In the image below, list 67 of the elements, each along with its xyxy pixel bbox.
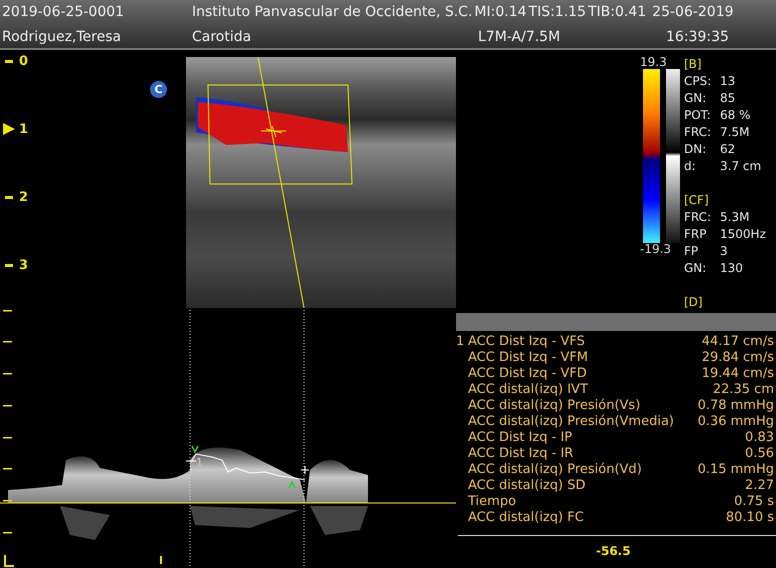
parameter-name: FRP — [684, 226, 708, 243]
study-id: 2019-06-25-0001 — [1, 3, 126, 22]
parameter-value: 3.7 cm — [720, 158, 762, 175]
doppler-spectrum-drawing: 1 — [0, 310, 456, 568]
measurement-label: ACC distal(izq) SD — [468, 478, 586, 494]
parameter-value: 68 % — [720, 107, 750, 124]
parameter-name: FRC: — [684, 209, 712, 226]
measurement-label: ACC Dist Izq - IR — [468, 446, 574, 462]
measurement-value: 44.17 cm/s — [702, 334, 774, 350]
parameter-section-title: [B] — [684, 56, 703, 73]
measurement-label: ACC Dist Izq - VFS — [468, 334, 586, 350]
measurement-label: ACC distal(izq) FC — [468, 510, 585, 526]
exam-time: 16:39:35 — [665, 28, 729, 47]
parameter-value: 62 — [720, 141, 736, 158]
measurement-value: 0.78 mmHg — [698, 398, 774, 414]
measurement-value: 0.83 — [745, 430, 774, 446]
parameter-name: POT: — [684, 107, 712, 124]
parameter-section-title: [D] — [684, 294, 704, 311]
measurement-value: 0.15 mmHg — [698, 462, 774, 478]
parameter-value: 85 — [720, 90, 736, 107]
probe-name: L7M-A/7.5M — [477, 28, 562, 47]
measurement-value: 0.36 mmHg — [698, 414, 774, 430]
parameter-value: 1500Hz — [720, 226, 766, 243]
measurement-value: 19.44 cm/s — [702, 366, 774, 382]
measurement-value: 80.10 s — [726, 510, 774, 526]
measurement-index: 1 — [456, 334, 466, 350]
measurement-label: ACC distal(izq) Presión(Vmedia) — [468, 414, 676, 430]
acoustic-index: TIB:0.41 — [586, 3, 646, 22]
exam-date: 25-06-2019 — [651, 3, 734, 22]
measurement-value: 22.35 cm — [712, 382, 774, 398]
measurement-value: 2.27 — [745, 478, 774, 494]
parameter-value: 7.5M — [720, 124, 750, 141]
scale-max: 19.3 — [640, 56, 667, 69]
measurement-label: Tiempo — [468, 494, 518, 510]
parameter-value: 5.3M — [720, 209, 750, 226]
parameter-name: DN: — [684, 141, 708, 158]
parameter-value: 13 — [720, 73, 736, 90]
measurement-label: ACC Dist Izq - IP — [468, 430, 574, 446]
baseline-reading: -56.5 — [596, 544, 631, 558]
patient-name: Rodriguez,Teresa — [1, 28, 122, 47]
measurement-label: ACC Dist Izq - VFD — [468, 366, 588, 382]
parameter-name: GN: — [684, 90, 708, 107]
measurement-label: ACC Dist Izq - VFM — [468, 350, 590, 366]
measurement-label: ACC distal(izq) IVT — [468, 382, 589, 398]
acoustic-index: MI:0.14 — [473, 3, 527, 22]
scale-min: -19.3 — [640, 243, 672, 256]
depth-label: 2 — [19, 190, 28, 206]
parameter-name: d: — [684, 158, 697, 175]
institution-name: Instituto Panvascular de Occidente, S.C. — [191, 3, 472, 22]
parameter-name: FP — [684, 243, 700, 260]
parameter-value: 130 — [720, 260, 743, 277]
measurement-value: 0.56 — [745, 446, 774, 462]
acoustic-index: TIS:1.15 — [528, 3, 586, 22]
mode-badge: C — [150, 81, 167, 98]
measurement-label: ACC distal(izq) Presión(Vs) — [468, 398, 642, 414]
depth-label: 1 — [19, 122, 28, 138]
measurement-value: 29.84 cm/s — [702, 350, 774, 366]
measurement-label: ACC distal(izq) Presión(Vd) — [468, 462, 643, 478]
parameter-value: 3 — [720, 243, 728, 260]
parameter-name: GN: — [684, 260, 708, 277]
parameter-name: FRC: — [684, 124, 712, 141]
parameter-name: CPS: — [684, 73, 712, 90]
parameter-section-title: [CF] — [684, 192, 710, 209]
exam-type: Carotida — [191, 28, 252, 47]
depth-label: 0 — [19, 54, 28, 70]
depth-label: 3 — [19, 258, 28, 274]
measurement-value: 0.75 s — [734, 494, 774, 510]
